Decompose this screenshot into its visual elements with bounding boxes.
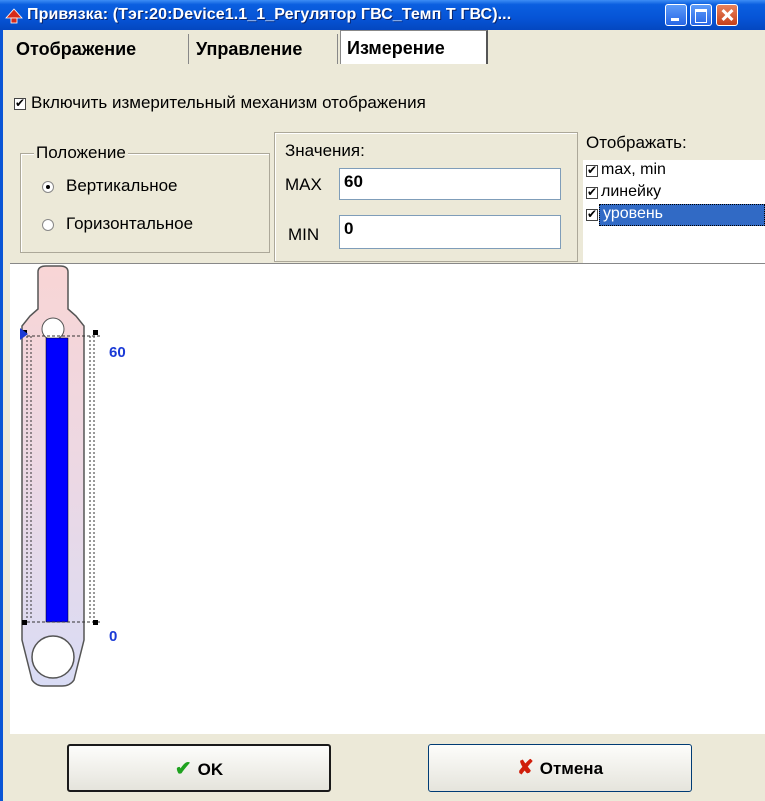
radio-vertical-label: Вертикальное (66, 176, 178, 195)
cancel-button-label: Отмена (539, 759, 604, 778)
level-bar (45, 337, 69, 623)
app-icon (5, 8, 23, 24)
window-frame-left (0, 30, 3, 801)
preview-area: 60 0 (10, 263, 765, 734)
checkmark-icon: ✔ (174, 758, 192, 780)
cancel-button[interactable]: ✘ Отмена (428, 744, 692, 792)
position-group (20, 153, 270, 253)
min-input[interactable]: 0 (339, 215, 561, 249)
max-label: MAX (285, 175, 322, 194)
window-title: Привязка: (Тэг:20:Device1.1_1_Регулятор … (27, 6, 512, 23)
list-item-level[interactable]: уровень (583, 204, 765, 226)
minimize-button[interactable] (665, 4, 687, 26)
max-tick-label: 60 (109, 344, 126, 361)
maximize-button[interactable] (690, 4, 712, 26)
min-label: MIN (288, 225, 320, 244)
ok-button[interactable]: ✔ OK (67, 744, 331, 792)
level-checkbox[interactable] (586, 207, 598, 221)
ruler-label: линейку (601, 183, 662, 200)
radio-horizontal-label: Горизонтальное (66, 214, 194, 233)
enable-measure-label: Включить измерительный механизм отображе… (31, 93, 426, 112)
display-group-title: Отображать: (586, 133, 687, 152)
level-label: уровень (601, 205, 666, 223)
radio-horizontal[interactable] (42, 219, 54, 231)
enable-measure-checkbox[interactable] (14, 96, 26, 110)
radio-vertical[interactable] (42, 181, 54, 193)
values-group-title: Значения: (285, 141, 365, 160)
position-group-title: Положение (34, 143, 128, 163)
tab-control[interactable]: Управление (190, 34, 338, 64)
binding-dialog: Привязка: (Тэг:20:Device1.1_1_Регулятор … (0, 0, 765, 801)
tab-measurement[interactable]: Измерение (340, 30, 488, 64)
cross-icon: ✘ (516, 757, 534, 779)
bulb-bottom-hole (31, 635, 75, 679)
min-tick-label: 0 (109, 628, 118, 645)
tab-display[interactable]: Отображение (10, 34, 189, 64)
display-options-list[interactable]: max, min линейку уровень (583, 160, 765, 263)
maxmin-checkbox[interactable] (586, 163, 598, 177)
close-button[interactable] (716, 4, 738, 26)
ruler-checkbox[interactable] (586, 185, 598, 199)
thermometer-gauge (20, 265, 102, 687)
ok-button-label: OK (197, 760, 224, 779)
bulb-top-hole (41, 317, 65, 341)
title-bar[interactable]: Привязка: (Тэг:20:Device1.1_1_Регулятор … (0, 0, 765, 30)
list-item-ruler[interactable]: линейку (583, 182, 765, 204)
maxmin-label: max, min (601, 161, 666, 178)
list-item-maxmin[interactable]: max, min (583, 160, 765, 182)
max-input[interactable]: 60 (339, 168, 561, 200)
